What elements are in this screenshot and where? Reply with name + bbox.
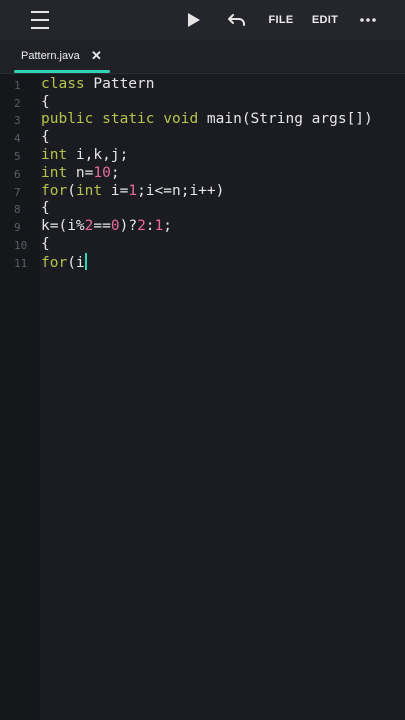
code-line[interactable]: for(i [41, 253, 87, 271]
line-number: 11 [14, 257, 28, 270]
tab-label: Pattern.java [21, 50, 80, 62]
more-options-icon[interactable] [354, 0, 382, 40]
line-number: 6 [14, 168, 21, 181]
code-line[interactable]: for(int i=1;i<=n;i++) [41, 182, 224, 200]
line-number: 10 [14, 239, 28, 252]
code-line[interactable]: k=(i%2==0)?2:1; [41, 217, 172, 235]
undo-icon[interactable] [222, 0, 252, 40]
line-number: 7 [14, 186, 21, 199]
code-line[interactable]: { [41, 235, 50, 253]
code-line[interactable]: int i,k,j; [41, 146, 128, 164]
code-line[interactable]: int n=10; [41, 164, 120, 182]
edit-menu-button[interactable]: EDIT [306, 0, 344, 40]
play-icon[interactable] [180, 0, 208, 40]
close-tab-icon[interactable]: ✕ [91, 48, 102, 64]
code-line[interactable]: { [41, 93, 50, 111]
line-number: 3 [14, 114, 21, 127]
line-number: 4 [14, 132, 21, 145]
tab-pattern-java[interactable]: Pattern.java ✕ [14, 40, 110, 73]
code-line[interactable]: { [41, 128, 50, 146]
line-number: 2 [14, 97, 21, 110]
file-tab-bar: Pattern.java ✕ [0, 40, 405, 74]
menu-icon[interactable] [22, 0, 58, 40]
top-toolbar: FILE EDIT [0, 0, 405, 40]
active-tab-indicator [14, 70, 110, 73]
code-line[interactable]: class Pattern [41, 75, 155, 93]
line-number: 5 [14, 150, 21, 163]
line-number: 8 [14, 203, 21, 216]
code-line[interactable]: public static void main(String args[]) [41, 110, 373, 128]
text-cursor [84, 253, 87, 270]
code-line[interactable]: { [41, 199, 50, 217]
file-menu-button[interactable]: FILE [262, 0, 300, 40]
line-number: 9 [14, 221, 21, 234]
line-number: 1 [14, 79, 21, 92]
